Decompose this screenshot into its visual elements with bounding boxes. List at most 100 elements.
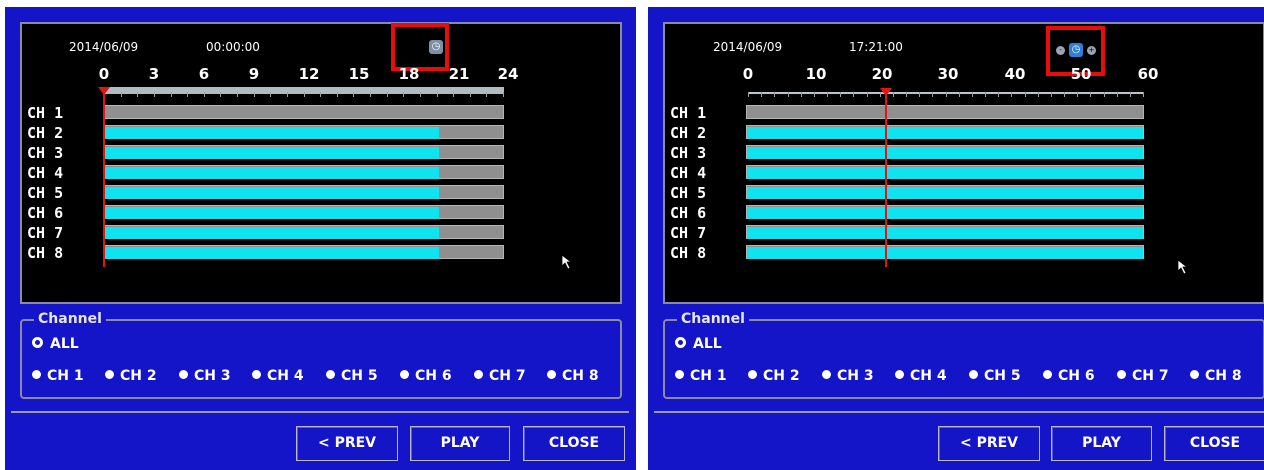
radio-all[interactable]: ALL [675,336,722,352]
ruler-tick [420,92,421,97]
channel-timeline-row[interactable]: CH 2 [670,125,1144,141]
clock-zoom-icon[interactable]: ◷ [1069,43,1083,57]
recording-bar-track[interactable] [104,225,504,239]
channel-timeline-row[interactable]: CH 5 [27,185,504,201]
close-button[interactable]: CLOSE [523,426,625,461]
ruler-tick [761,92,762,97]
recorded-segment[interactable] [747,187,1143,199]
recorded-segment[interactable] [105,187,439,199]
channel-label: CH 6 [27,204,64,222]
radio-all[interactable]: ALL [32,336,79,352]
play-button[interactable]: PLAY [1051,426,1152,461]
radio-channel-option[interactable]: CH 3 [179,368,231,384]
recording-bar-track[interactable] [104,125,504,139]
ruler-tick [370,92,371,97]
recorded-segment[interactable] [105,247,439,259]
channel-timeline-row[interactable]: CH 7 [27,225,504,241]
recording-bar-track[interactable] [746,245,1144,259]
channel-timeline-row[interactable]: CH 4 [670,165,1144,181]
radio-channel-option[interactable]: CH 7 [1117,368,1169,384]
radio-channel-option[interactable]: CH 5 [969,368,1021,384]
radio-option-label: CH 6 [1058,368,1095,384]
ruler-tick [304,92,305,97]
prev-button[interactable]: < PREV [296,426,398,461]
recording-bar-track[interactable] [746,225,1144,239]
recording-bar-track[interactable] [104,205,504,219]
ruler-tick [137,92,138,97]
recorded-segment[interactable] [747,247,1143,259]
radio-channel-option[interactable]: CH 6 [1043,368,1095,384]
channel-label: CH 5 [670,184,707,202]
ruler-tick [985,92,986,97]
close-button[interactable]: CLOSE [1164,426,1264,461]
scale-label: 12 [298,65,320,83]
channel-timeline-row[interactable]: CH 3 [27,145,504,161]
recorded-segment[interactable] [105,207,439,219]
recording-bar-track[interactable] [104,145,504,159]
radio-unselected-icon [1117,370,1126,379]
ruler-tick [1117,92,1118,97]
radio-selected-icon [32,337,43,348]
radio-channel-option[interactable]: CH 5 [326,368,378,384]
recorded-segment[interactable] [105,227,439,239]
ruler-tick [919,92,920,97]
radio-channel-option[interactable]: CH 7 [474,368,526,384]
prev-button[interactable]: < PREV [938,426,1040,461]
radio-option-label: CH 5 [984,368,1021,384]
recording-bar-track[interactable] [746,125,1144,139]
recorded-segment[interactable] [747,127,1143,139]
ruler-tick [1090,92,1091,97]
channel-timeline-row[interactable]: CH 2 [27,125,504,141]
recorded-segment[interactable] [747,227,1143,239]
radio-channel-option[interactable]: CH 6 [400,368,452,384]
radio-channel-option[interactable]: CH 1 [32,368,84,384]
recording-bar-track[interactable] [104,245,504,259]
radio-channel-option[interactable]: CH 2 [748,368,800,384]
recording-bar-track[interactable] [746,205,1144,219]
recording-bar-track[interactable] [746,185,1144,199]
radio-channel-option[interactable]: CH 1 [675,368,727,384]
recorded-segment[interactable] [105,127,439,139]
time-ruler[interactable] [748,87,1144,97]
radio-channel-option[interactable]: CH 8 [1190,368,1242,384]
channel-timeline-row[interactable]: CH 8 [670,245,1144,261]
scale-label: 20 [871,65,893,83]
recorded-segment[interactable] [105,147,439,159]
recording-bar-track[interactable] [104,105,504,119]
ruler-tick [403,92,404,97]
channel-timeline-row[interactable]: CH 8 [27,245,504,261]
recording-bar-track[interactable] [104,165,504,179]
channel-timeline-row[interactable]: CH 6 [27,205,504,221]
clock-zoom-icon[interactable]: ◷ [429,40,443,54]
time-ruler[interactable] [104,87,504,97]
recorded-segment[interactable] [105,167,439,179]
channel-timeline-row[interactable]: CH 3 [670,145,1144,161]
radio-channel-option[interactable]: CH 4 [895,368,947,384]
radio-channel-option[interactable]: CH 4 [252,368,304,384]
recorded-segment[interactable] [747,207,1143,219]
zoom-in-icon[interactable]: + [1087,46,1096,55]
channel-group-title: Channel [34,311,106,327]
channel-timeline-row[interactable]: CH 6 [670,205,1144,221]
channel-timeline-row[interactable]: CH 1 [670,105,1144,121]
recording-bar-track[interactable] [104,185,504,199]
play-button[interactable]: PLAY [410,426,510,461]
channel-label: CH 8 [27,244,64,262]
recorded-segment[interactable] [747,167,1143,179]
ruler-tick [814,92,815,97]
radio-channel-option[interactable]: CH 3 [822,368,874,384]
radio-unselected-icon [474,370,483,379]
radio-channel-option[interactable]: CH 8 [547,368,599,384]
recording-bar-track[interactable] [746,145,1144,159]
channel-timeline-row[interactable]: CH 7 [670,225,1144,241]
channel-timeline-row[interactable]: CH 5 [670,185,1144,201]
ruler-tick [171,92,172,97]
zoom-out-icon[interactable]: - [1056,46,1065,55]
recording-bar-track[interactable] [746,165,1144,179]
recorded-segment[interactable] [747,147,1143,159]
channel-timeline-row[interactable]: CH 4 [27,165,504,181]
channel-timeline-row[interactable]: CH 1 [27,105,504,121]
recording-bar-track[interactable] [746,105,1144,119]
radio-unselected-icon [748,370,757,379]
radio-channel-option[interactable]: CH 2 [105,368,157,384]
